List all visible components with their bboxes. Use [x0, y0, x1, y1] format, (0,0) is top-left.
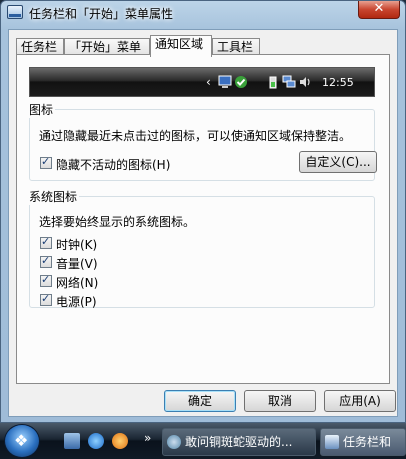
power-checkbox[interactable]	[40, 292, 52, 306]
properties-window: 任务栏和「开始」菜单属性 ✕ 任务栏 「开始」菜单 通知区域 工具栏 ‹ 12:…	[0, 0, 406, 423]
security-check-icon	[235, 76, 247, 88]
taskbar-item-properties-label: 任务栏和	[343, 435, 392, 449]
apply-button[interactable]: 应用(A)	[324, 390, 396, 412]
qq-icon[interactable]	[112, 433, 128, 449]
taskbar-properties-icon	[7, 5, 23, 19]
power-battery-icon	[269, 76, 277, 89]
internet-explorer-icon[interactable]	[88, 433, 104, 449]
notification-preview: ‹ 12:55	[29, 67, 375, 97]
notification-area-panel: ‹ 12:55 图标 通过隐藏最近未点击过的图标，可以使通知区域保持整洁。 ✓ …	[16, 54, 390, 384]
power-label[interactable]: 电源(P)	[56, 293, 97, 310]
show-desktop-icon[interactable]	[64, 433, 80, 449]
customize-button[interactable]: 自定义(C)...	[299, 151, 377, 173]
volume-checkbox[interactable]	[40, 254, 52, 268]
hide-inactive-label[interactable]: 隐藏不活动的图标(H)	[56, 156, 170, 173]
properties-window-icon	[325, 435, 339, 449]
cancel-button[interactable]: 取消	[244, 390, 316, 412]
system-icons-description: 选择要始终显示的系统图标。	[39, 215, 196, 229]
icons-group-legend: 图标	[29, 103, 54, 117]
clock-time: 12:55	[322, 76, 354, 89]
quick-launch-more-icon[interactable]: »	[144, 431, 151, 445]
hide-inactive-checkbox[interactable]	[40, 155, 52, 169]
taskbar-item-browser-label: 敢问铜斑蛇驱动的...	[185, 435, 293, 449]
start-button[interactable]	[4, 424, 40, 458]
title-bar[interactable]: 任务栏和「开始」菜单属性 ✕	[1, 1, 405, 25]
browser-window-icon	[167, 435, 181, 449]
ok-button[interactable]: 确定	[164, 390, 236, 412]
tab-notification-area[interactable]: 通知区域	[150, 35, 212, 57]
os-taskbar: » 敢问铜斑蛇驱动的... 任务栏和	[0, 423, 406, 459]
taskbar-item-browser[interactable]: 敢问铜斑蛇驱动的...	[162, 428, 316, 456]
network-label[interactable]: 网络(N)	[56, 274, 98, 291]
icons-description: 通过隐藏最近未点击过的图标，可以使通知区域保持整洁。	[39, 129, 352, 143]
volume-label[interactable]: 音量(V)	[56, 255, 98, 272]
system-icons-legend: 系统图标	[29, 190, 78, 204]
clock-label[interactable]: 时钟(K)	[56, 236, 97, 253]
network-checkbox[interactable]	[40, 273, 52, 287]
clock-checkbox[interactable]	[40, 235, 52, 249]
taskbar-item-properties[interactable]: 任务栏和	[320, 428, 406, 456]
volume-icon	[300, 77, 310, 87]
expand-arrow-icon: ‹	[206, 75, 211, 89]
monitor-icon	[218, 75, 232, 88]
dialog-client: 任务栏 「开始」菜单 通知区域 工具栏 ‹ 12:55 图标 通过隐藏最近未点击…	[8, 29, 398, 417]
window-title: 任务栏和「开始」菜单属性	[29, 7, 174, 21]
close-button[interactable]: ✕	[358, 1, 400, 19]
network-icon	[282, 75, 296, 88]
